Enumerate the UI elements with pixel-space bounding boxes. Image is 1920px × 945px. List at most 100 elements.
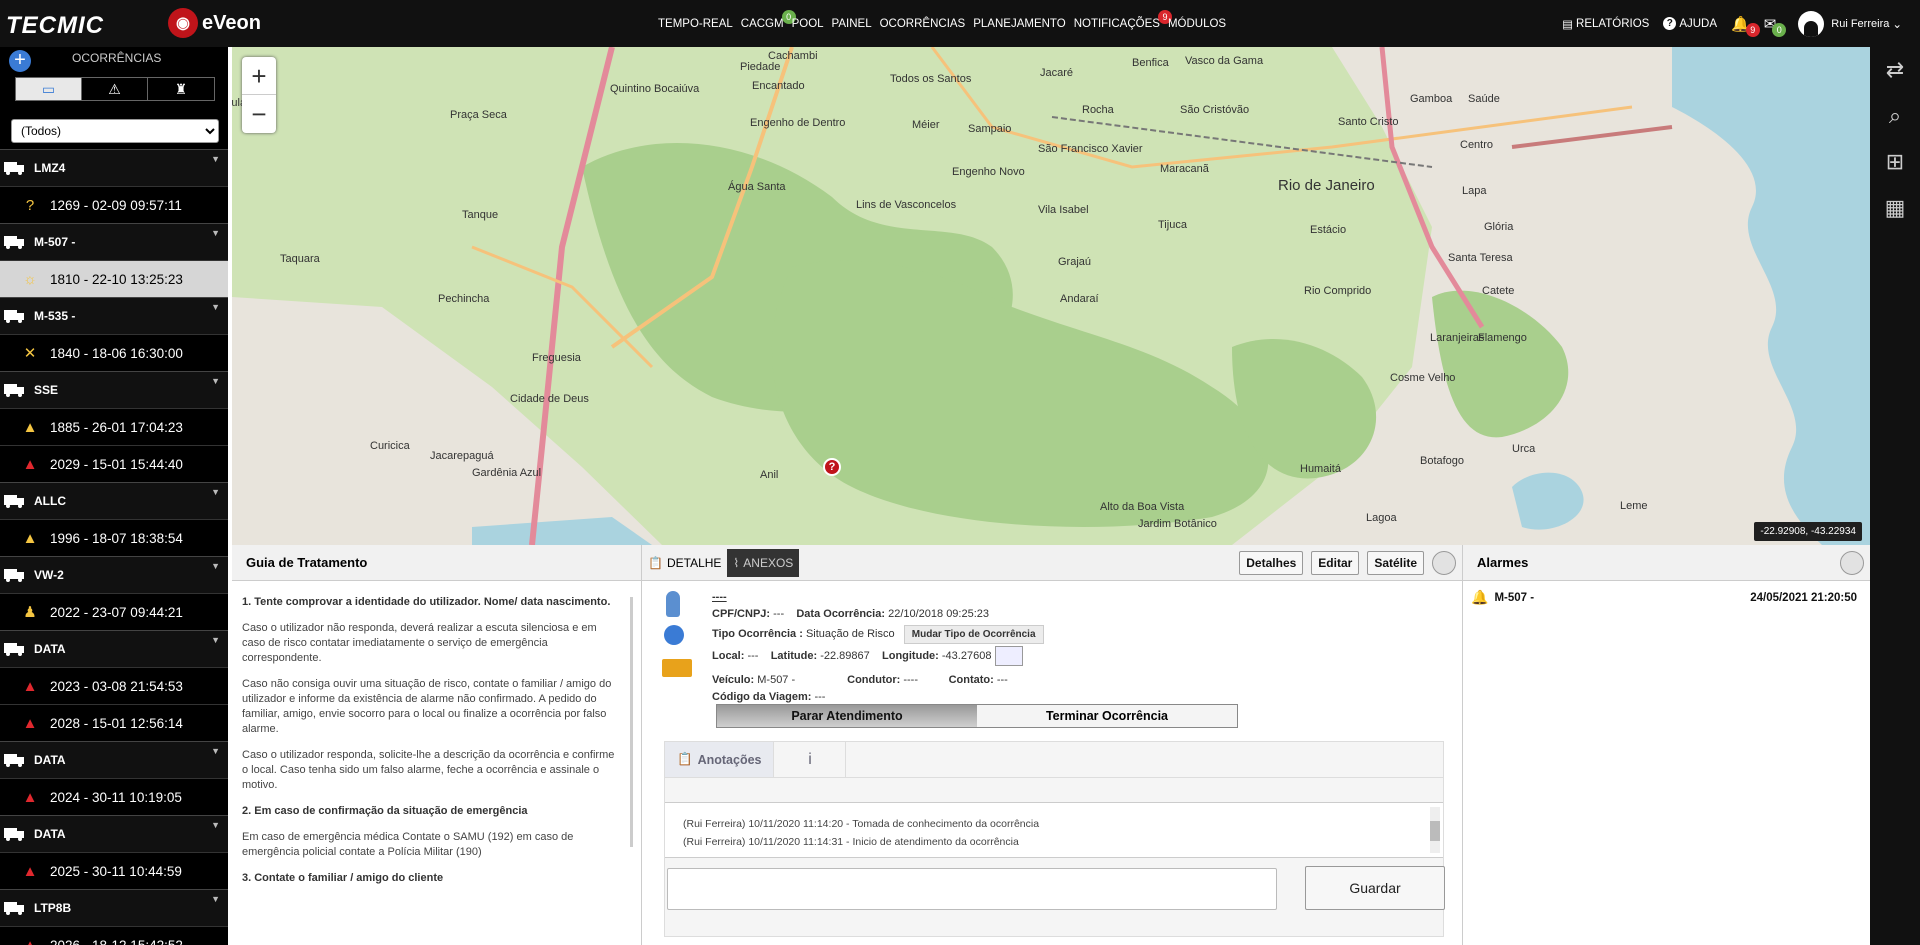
zoom-in-button[interactable]: + xyxy=(242,57,276,95)
occurrence-item[interactable]: ? 1269 - 02-09 09:57:11 xyxy=(0,186,228,223)
map-place-label: Botafogo xyxy=(1420,455,1465,467)
tab-persons[interactable]: ♜ xyxy=(148,78,214,100)
occurrence-item[interactable]: ♟ 2022 - 23-07 09:44:21 xyxy=(0,593,228,630)
vehicle-group[interactable]: DATA ▼ xyxy=(0,741,228,778)
parar-atendimento-button[interactable]: Parar Atendimento xyxy=(717,705,977,727)
occurrence-item[interactable]: ▲ 2028 - 15-01 12:56:14 xyxy=(0,704,228,741)
vehicle-group[interactable]: LTP8B ▼ xyxy=(0,889,228,926)
document-icon: ▤ xyxy=(1562,18,1574,31)
main-nav: TEMPO-REAL CACGM 0 POOL PAINEL OCORRÊNCIA… xyxy=(658,0,1226,47)
swap-arrows-icon[interactable]: ⇄ xyxy=(1870,47,1920,93)
detail-buttons: Detalhes Editar Satélite xyxy=(1239,551,1456,575)
occurrence-item[interactable]: ▲ 2024 - 30-11 10:19:05 xyxy=(0,778,228,815)
map-place-label: Lins de Vasconcelos xyxy=(856,199,957,211)
map-place-label: Laranjeiras xyxy=(1430,332,1485,344)
tab-vehicle-occurrences[interactable]: ▭ xyxy=(16,78,82,100)
table-icon[interactable]: ▦ xyxy=(1870,185,1920,231)
nav-modulos[interactable]: MÓDULOS xyxy=(1168,18,1226,30)
globe-icon[interactable] xyxy=(1840,550,1864,575)
hierarchy-icon[interactable]: ⊞ xyxy=(1870,139,1920,185)
guardar-button[interactable]: Guardar xyxy=(1305,866,1445,910)
vehicle-group[interactable]: DATA ▼ xyxy=(0,815,228,852)
map-place-label: Urca xyxy=(1512,443,1536,455)
caret-down-icon[interactable]: ▼ xyxy=(211,894,220,904)
tab-detalhe[interactable]: 📋 DETALHE xyxy=(642,549,727,577)
nav-ocorrencias[interactable]: OCORRÊNCIAS xyxy=(880,18,966,30)
guia-body: 1. Tente comprovar a identidade do utili… xyxy=(242,595,622,940)
nav-tempo-real[interactable]: TEMPO-REAL xyxy=(658,18,733,30)
map-place-label: Sampaio xyxy=(968,123,1012,135)
tab-info[interactable]: i xyxy=(774,742,847,777)
satelite-button[interactable]: Satélite xyxy=(1367,551,1424,575)
vehicle-group[interactable]: DATA ▼ xyxy=(0,630,228,667)
vehicle-group[interactable]: M-535 - ▼ xyxy=(0,297,228,334)
map-view[interactable]: Cachambi Piedade Encantado Todos os Santos J… xyxy=(232,47,1870,545)
detalhes-button[interactable]: Detalhes xyxy=(1239,551,1304,575)
terminar-ocorrencia-button[interactable]: Terminar Ocorrência xyxy=(977,705,1237,727)
warning-icon: ▲ xyxy=(22,455,38,473)
tab-anexos[interactable]: ⌇ ANEXOS xyxy=(727,549,800,577)
nav-painel[interactable]: PAINEL xyxy=(832,18,872,30)
vehicle-name: ALLC xyxy=(34,494,66,508)
caret-down-icon[interactable]: ▼ xyxy=(211,820,220,830)
map-place-label: Estácio xyxy=(1310,224,1347,236)
add-occurrence-button[interactable]: + xyxy=(9,50,31,72)
caret-down-icon[interactable]: ▼ xyxy=(211,635,220,645)
mudar-tipo-button[interactable]: Mudar Tipo de Ocorrência xyxy=(903,625,1044,644)
map-place-label: Santa Teresa xyxy=(1448,252,1513,264)
globe-icon[interactable] xyxy=(1432,551,1456,575)
notes-scrollbar[interactable] xyxy=(1430,807,1440,853)
occurrence-item[interactable]: ▲ 2023 - 03-08 21:54:53 xyxy=(0,667,228,704)
bell-button[interactable]: 🔔 9 xyxy=(1731,15,1760,37)
user-menu[interactable]: Rui Ferreira ⌄ xyxy=(1798,10,1902,37)
chevron-down-icon: ⌄ xyxy=(1892,18,1902,31)
top-right-menu: ▤ RELATÓRIOS ? AJUDA 🔔 9 ✉ 0 Rui Ferreira ⌄ xyxy=(1562,0,1902,47)
guide-paragraph: Caso o utilizador não responda, deverá r… xyxy=(242,622,597,664)
caret-down-icon[interactable]: ▼ xyxy=(211,746,220,756)
nav-cacgm[interactable]: CACGM 0 xyxy=(741,9,796,30)
relatorios-link[interactable]: ▤ RELATÓRIOS xyxy=(1562,17,1649,31)
vehicle-group[interactable]: LMZ4 ▼ xyxy=(0,149,228,186)
editar-button[interactable]: Editar xyxy=(1311,551,1360,575)
attendance-actions: Parar Atendimento Terminar Ocorrência xyxy=(716,704,1238,728)
caret-down-icon[interactable]: ▼ xyxy=(211,228,220,238)
occurrence-filter-select[interactable]: (Todos) xyxy=(11,119,219,143)
alarm-item[interactable]: 🔔 M-507 - 24/05/2021 21:20:50 xyxy=(1471,589,1863,606)
mail-button[interactable]: ✉ 0 xyxy=(1764,15,1787,37)
occurrence-item[interactable]: ▲ 1885 - 26-01 17:04:23 xyxy=(0,408,228,445)
occurrence-list: LMZ4 ▼? 1269 - 02-09 09:57:11 M-507 - ▼ ☼ 1810… xyxy=(0,149,228,945)
guia-scrollbar[interactable] xyxy=(630,597,633,847)
tab-alerts[interactable]: ⚠ xyxy=(82,78,148,100)
vehicle-group[interactable]: VW-2 ▼ xyxy=(0,556,228,593)
map-place-label: Saúde xyxy=(1468,93,1500,105)
occurrence-item[interactable]: ▲ 2026 - 18-12 15:42:52 xyxy=(0,926,228,945)
caret-down-icon[interactable]: ▼ xyxy=(211,487,220,497)
truck-icon xyxy=(4,383,26,397)
nav-pool[interactable]: POOL xyxy=(792,18,824,30)
ajuda-link[interactable]: ? AJUDA xyxy=(1663,17,1717,30)
occurrence-marker-icon[interactable]: ? xyxy=(823,458,841,476)
occurrence-item[interactable]: ▲ 2025 - 30-11 10:44:59 xyxy=(0,852,228,889)
annotation-input[interactable] xyxy=(667,868,1277,910)
caret-down-icon[interactable]: ▼ xyxy=(211,302,220,312)
occurrence-item[interactable]: ☼ 1810 - 22-10 13:25:23 xyxy=(0,260,228,297)
vehicle-group[interactable]: M-507 - ▼ xyxy=(0,223,228,260)
codigo-value: --- xyxy=(814,691,826,703)
map-place-label: Leme xyxy=(1620,500,1648,512)
map-locate-icon[interactable] xyxy=(994,646,1023,666)
caret-down-icon[interactable]: ▼ xyxy=(211,561,220,571)
occurrence-item[interactable]: ✕ 1840 - 18-06 16:30:00 xyxy=(0,334,228,371)
caret-down-icon[interactable]: ▼ xyxy=(211,376,220,386)
occurrence-label: 2025 - 30-11 10:44:59 xyxy=(50,863,182,879)
tab-anotacoes[interactable]: 📋 Anotações xyxy=(665,742,775,777)
nav-planejamento[interactable]: PLANEJAMENTO xyxy=(973,18,1065,30)
occurrence-item[interactable]: ▲ 2029 - 15-01 15:44:40 xyxy=(0,445,228,482)
nav-notificacoes[interactable]: NOTIFICAÇÕES 9 xyxy=(1074,9,1172,30)
guide-paragraph: Caso não consiga ouvir uma situação de r… xyxy=(242,678,612,735)
search-icon[interactable]: ⌕ xyxy=(1870,93,1920,139)
occurrence-item[interactable]: ▲ 1996 - 18-07 18:38:54 xyxy=(0,519,228,556)
vehicle-group[interactable]: SSE ▼ xyxy=(0,371,228,408)
vehicle-group[interactable]: ALLC ▼ xyxy=(0,482,228,519)
zoom-out-button[interactable]: − xyxy=(242,95,276,133)
caret-down-icon[interactable]: ▼ xyxy=(211,154,220,164)
